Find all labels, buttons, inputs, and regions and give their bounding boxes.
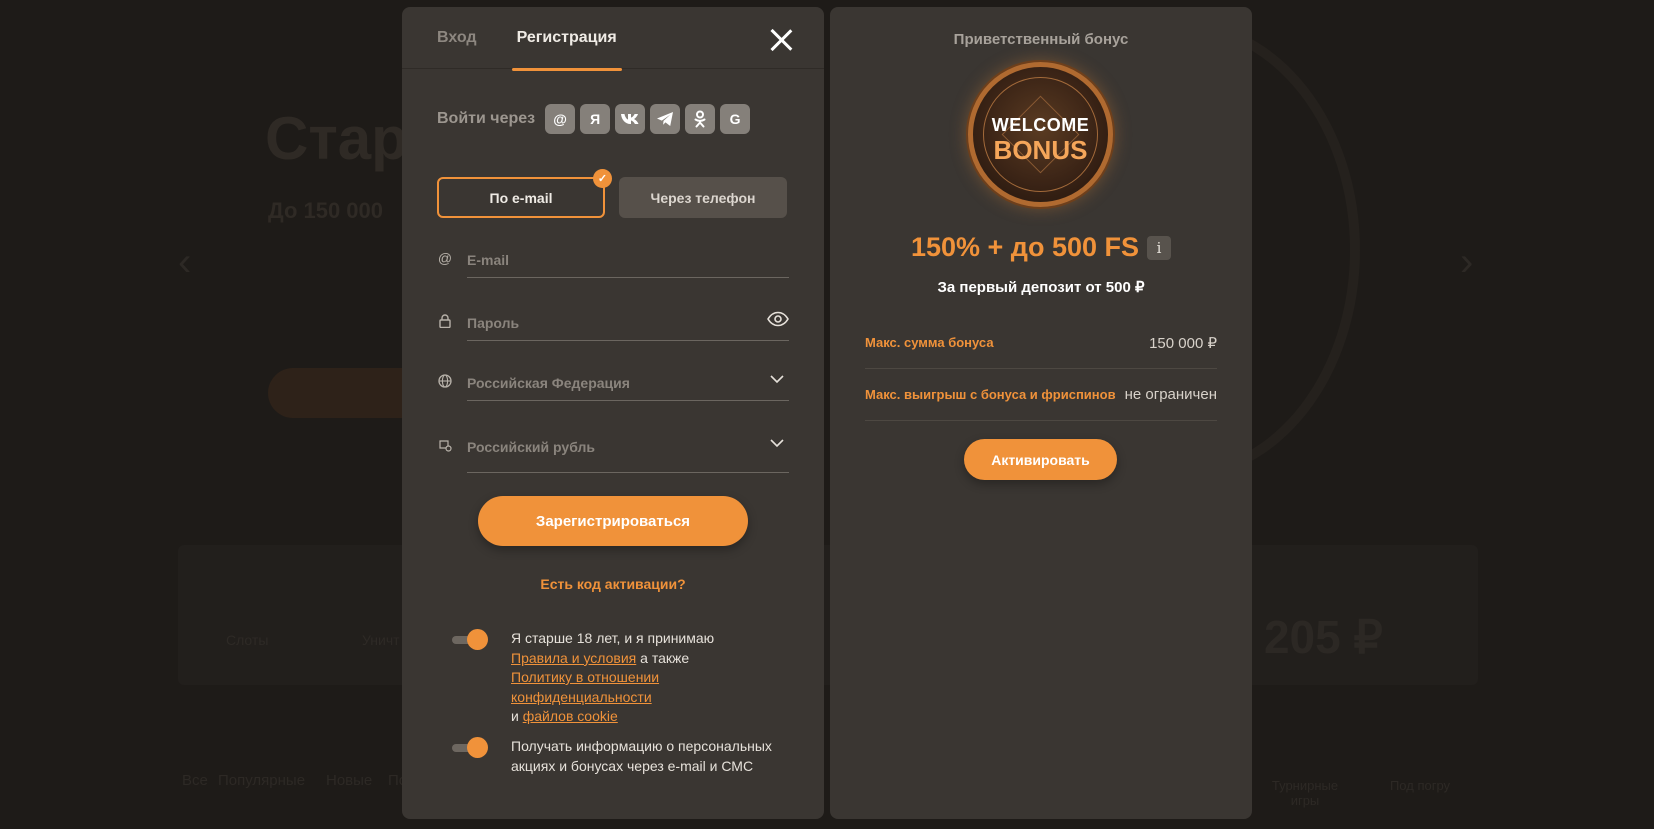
email-field: @ E-mail xyxy=(437,246,789,278)
age-terms-pre: Я старше 18 лет, и я принимаю xyxy=(511,630,715,646)
currency-select[interactable]: Российский рубль xyxy=(437,433,789,473)
tab-register[interactable]: Регистрация xyxy=(511,7,622,71)
close-icon[interactable] xyxy=(768,27,794,53)
age-terms-consent: Я старше 18 лет, и я принимаю Правила и … xyxy=(452,629,781,727)
register-button[interactable]: Зарегистрироваться xyxy=(478,496,748,546)
currency-value: Российский рубль xyxy=(467,439,595,455)
method-email-label: По e-mail xyxy=(489,189,553,206)
marketing-consent: Получать информацию о персональных акция… xyxy=(452,737,781,776)
method-email-button[interactable]: По e-mail ✓ xyxy=(437,169,612,218)
marketing-toggle[interactable] xyxy=(452,737,488,759)
bonus-row-max-win: Макс. выигрыш с бонуса и фриспинов не ог… xyxy=(865,369,1217,421)
social-login-label: Войти через xyxy=(437,110,536,127)
checkmark-icon: ✓ xyxy=(593,169,612,188)
bg-next-arrow-icon: › xyxy=(1460,240,1474,284)
method-phone-button[interactable]: Через телефон xyxy=(619,177,787,218)
bonus-amount: 150% + до 500 FS i xyxy=(830,232,1252,263)
registration-panel: Вход Регистрация Войти через @ Я G По e-… xyxy=(402,7,824,819)
password-placeholder: Пароль xyxy=(467,315,520,331)
email-input[interactable]: E-mail xyxy=(467,246,789,278)
auth-tabs: Вход Регистрация xyxy=(402,7,824,71)
country-value: Российская Федерация xyxy=(467,375,630,391)
mailru-login-icon[interactable]: @ xyxy=(545,104,576,134)
bg-category-other: Уничт xyxy=(362,632,400,648)
background-page: Стар До 150 000 ‹ › Слоты Уничт 03 205 ₽… xyxy=(0,0,1654,829)
country-value-box[interactable]: Российская Федерация xyxy=(467,369,789,401)
bg-filter-popular: Популярные xyxy=(218,772,306,789)
register-method-toggle: По e-mail ✓ Через телефон xyxy=(437,169,787,218)
bonus-amount-text: 150% + до 500 FS xyxy=(910,232,1139,262)
welcome-bonus-coin-image: WELCOME BONUS xyxy=(968,62,1113,207)
bonus-row-max-amount: Макс. сумма бонуса 150 000 ₽ xyxy=(865,317,1217,369)
vk-login-icon[interactable] xyxy=(615,104,646,134)
odnoklassniki-login-icon[interactable] xyxy=(685,104,716,134)
coin-line1: WELCOME xyxy=(991,115,1090,135)
age-terms-text: Я старше 18 лет, и я принимаю Правила и … xyxy=(511,629,781,727)
google-login-icon[interactable]: G xyxy=(720,104,751,134)
marketing-text: Получать информацию о персональных акция… xyxy=(511,738,772,774)
password-input[interactable]: Пароль xyxy=(467,309,789,341)
bg-hero-subtitle: До 150 000 xyxy=(268,198,384,223)
bg-hero-title: Стар xyxy=(265,105,408,172)
yandex-login-icon[interactable]: Я xyxy=(580,104,611,134)
lock-icon xyxy=(437,313,453,329)
chevron-down-icon xyxy=(770,439,784,448)
social-login-row: Войти через @ Я G xyxy=(437,104,755,134)
bonus-subtitle: За первый депозит от 500 ₽ xyxy=(937,279,1145,296)
bonus-title: Приветственный бонус xyxy=(953,31,1129,48)
privacy-link-line2[interactable]: конфиденциальности xyxy=(511,689,652,705)
age-terms-and: и xyxy=(511,708,523,724)
age-terms-mid: а также xyxy=(636,649,690,666)
show-password-eye-icon[interactable] xyxy=(767,311,789,327)
email-placeholder: E-mail xyxy=(467,252,510,268)
bg-prev-arrow-icon: ‹ xyxy=(178,240,192,284)
info-icon[interactable]: i xyxy=(1147,235,1171,260)
currency-icon xyxy=(437,437,453,453)
activation-code-link[interactable]: Есть код активации? xyxy=(402,576,824,592)
chevron-down-icon xyxy=(770,375,784,384)
bonus-row-label: Макс. выигрыш с бонуса и фриспинов xyxy=(865,387,1116,402)
telegram-login-icon[interactable] xyxy=(650,104,681,134)
rules-link[interactable]: Правила и условия xyxy=(511,650,636,666)
bg-side-other: Под погру xyxy=(1389,778,1451,793)
bg-filter-new: Новые xyxy=(326,772,373,789)
password-field: Пароль xyxy=(437,309,789,341)
privacy-link-line1[interactable]: Политику в отношении xyxy=(511,669,659,685)
coin-line2: BONUS xyxy=(993,135,1088,165)
globe-icon xyxy=(437,373,453,389)
tab-login[interactable]: Вход xyxy=(437,7,477,69)
bg-filter-all: Все xyxy=(182,772,208,789)
activate-bonus-button[interactable]: Активировать xyxy=(964,439,1117,480)
bonus-row-value: не ограничен xyxy=(1124,386,1217,403)
bonus-row-value: 150 000 ₽ xyxy=(1149,334,1217,352)
at-sign-icon: @ xyxy=(437,250,453,266)
age-terms-toggle[interactable] xyxy=(452,629,488,651)
currency-value-box[interactable]: Российский рубль xyxy=(467,433,789,473)
bonus-row-label: Макс. сумма бонуса xyxy=(865,335,994,350)
welcome-bonus-panel: Приветственный бонус WELCOME BONUS 150% … xyxy=(830,7,1252,819)
country-select[interactable]: Российская Федерация xyxy=(437,369,789,401)
bg-category-slots: Слоты xyxy=(226,632,269,648)
cookies-link[interactable]: файлов cookie xyxy=(523,708,618,724)
bg-side-tournaments: Турнирные игры xyxy=(1271,778,1339,808)
